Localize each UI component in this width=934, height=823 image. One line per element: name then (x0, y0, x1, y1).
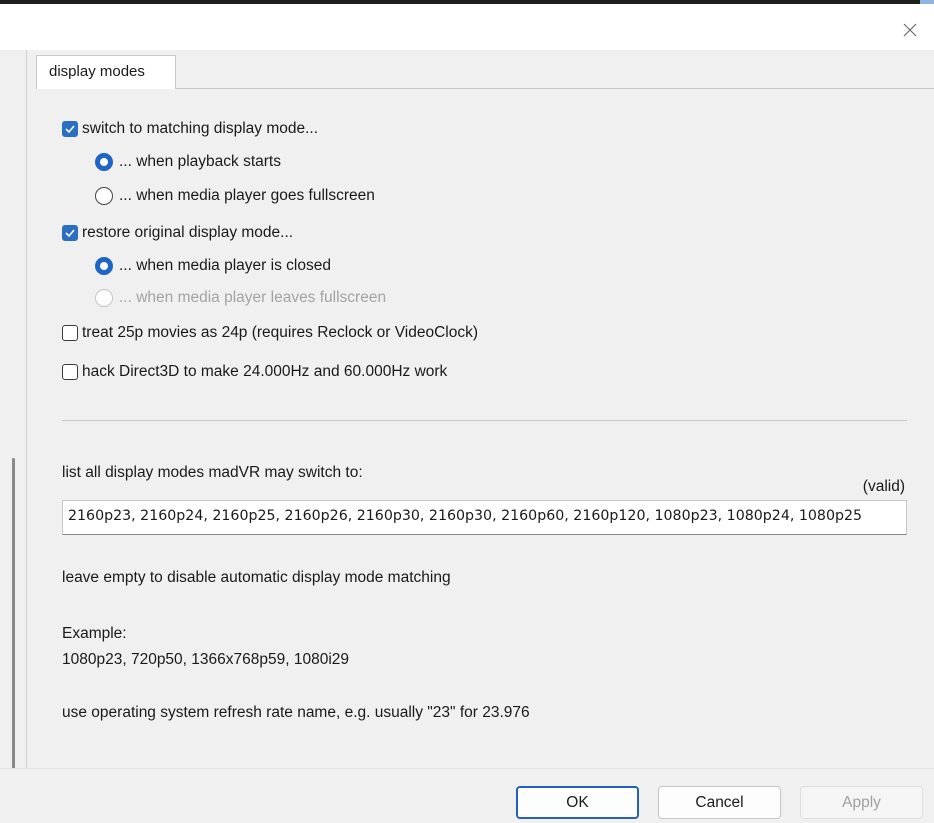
close-icon (903, 23, 917, 37)
switch-matching-checkbox[interactable]: switch to matching display mode... (62, 120, 318, 138)
when-playback-starts-radio[interactable]: ... when playback starts (95, 153, 281, 171)
checkbox-unchecked-icon (62, 364, 78, 380)
tab-label: display modes (49, 63, 145, 80)
title-bar (0, 4, 934, 50)
when-leaves-fullscreen-radio: ... when media player leaves fullscreen (95, 289, 386, 307)
checkbox-checked-icon (62, 225, 78, 241)
when-closed-radio[interactable]: ... when media player is closed (95, 257, 331, 275)
radio-unselected-icon (95, 187, 113, 205)
checkbox-checked-icon (62, 121, 78, 137)
radio-disabled-icon (95, 289, 113, 307)
radio-selected-icon (95, 257, 113, 275)
switch-matching-label: switch to matching display mode... (82, 120, 319, 137)
hack-d3d-label: hack Direct3D to make 24.000Hz and 60.00… (82, 363, 448, 380)
restore-original-checkbox[interactable]: restore original display mode... (62, 224, 293, 242)
dialog-footer: OK Cancel Apply (0, 768, 934, 823)
tab-baseline (176, 88, 934, 89)
cancel-button[interactable]: Cancel (658, 786, 781, 819)
treat-25p-checkbox[interactable]: treat 25p movies as 24p (requires Recloc… (62, 324, 478, 342)
tree-scrollbar[interactable] (12, 458, 15, 788)
settings-panel: display modes switch to matching display… (27, 50, 934, 768)
ok-button[interactable]: OK (516, 786, 639, 819)
radio-selected-icon (95, 153, 113, 171)
apply-button: Apply (800, 786, 923, 819)
tab-display-modes[interactable]: display modes (36, 55, 176, 89)
when-fullscreen-radio[interactable]: ... when media player goes fullscreen (95, 187, 375, 205)
empty-hint-text: leave empty to disable automatic display… (62, 569, 451, 586)
example-value: 1080p23, 720p50, 1366x768p59, 1080i29 (62, 651, 350, 668)
restore-original-label: restore original display mode... (82, 224, 294, 241)
hack-d3d-checkbox[interactable]: hack Direct3D to make 24.000Hz and 60.00… (62, 363, 447, 381)
settings-tree-pane (0, 50, 27, 788)
treat-25p-label: treat 25p movies as 24p (requires Recloc… (82, 324, 479, 341)
close-button[interactable] (900, 20, 920, 40)
section-divider (62, 420, 907, 421)
when-fullscreen-label: ... when media player goes fullscreen (119, 187, 375, 204)
example-label: Example: (62, 625, 127, 642)
display-modes-input[interactable]: 2160p23, 2160p24, 2160p25, 2160p26, 2160… (62, 500, 907, 535)
checkbox-unchecked-icon (62, 325, 78, 341)
when-leaves-fullscreen-label: ... when media player leaves fullscreen (119, 289, 387, 306)
when-closed-label: ... when media player is closed (119, 257, 331, 274)
modes-list-label: list all display modes madVR may switch … (62, 464, 363, 481)
modes-list-status: (valid) (862, 478, 905, 495)
when-playback-starts-label: ... when playback starts (119, 153, 281, 170)
os-refresh-hint: use operating system refresh rate name, … (62, 704, 530, 721)
